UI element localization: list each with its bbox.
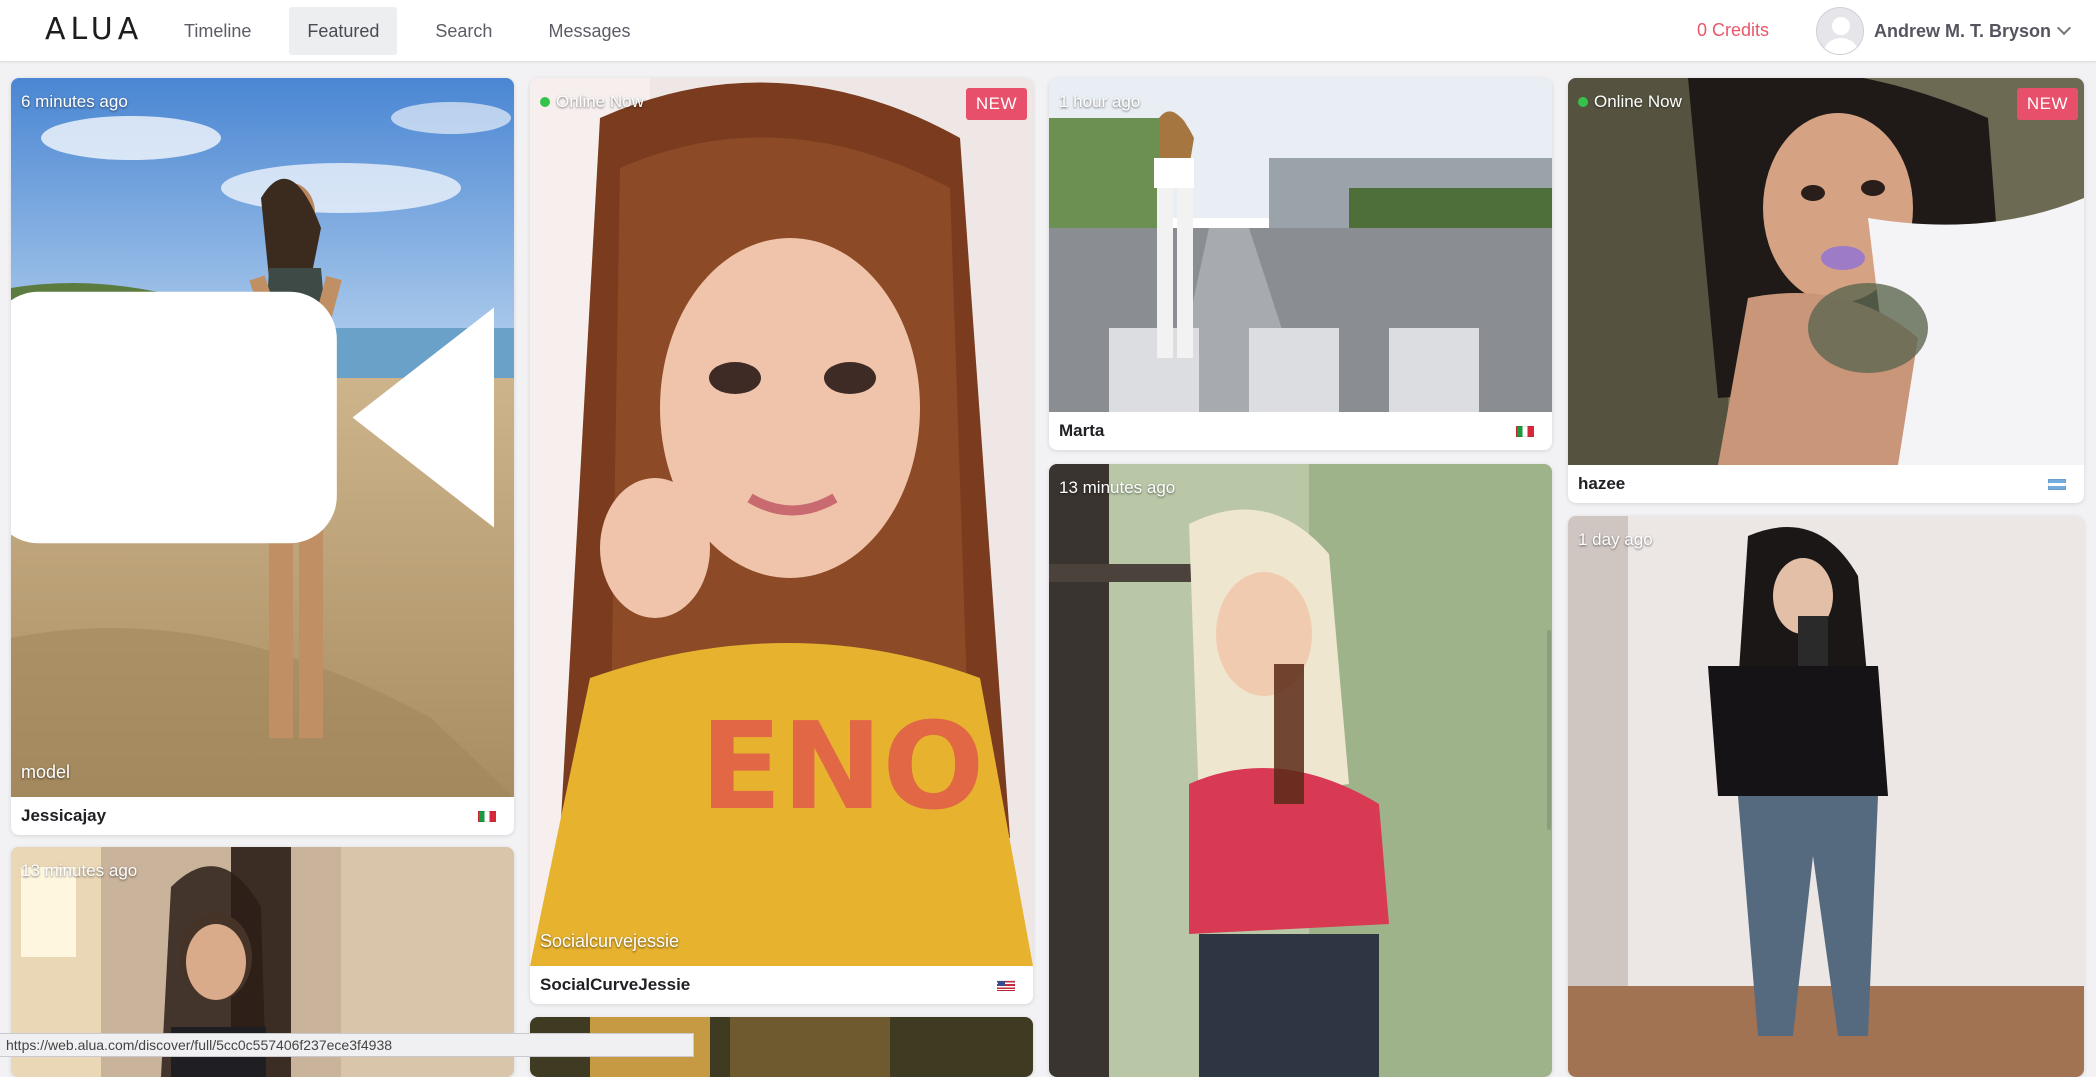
online-status: Online Now: [540, 92, 644, 112]
alua-logo[interactable]: ALUA: [45, 12, 143, 47]
user-menu[interactable]: Andrew M. T. Bryson: [1816, 6, 2072, 56]
last-seen-label: 1 hour ago: [1059, 92, 1141, 111]
profile-name[interactable]: SocialCurveJessie: [540, 975, 690, 995]
card-footer: Marta: [1049, 412, 1552, 450]
photo-caption: Socialcurvejessie: [540, 931, 680, 951]
online-dot-icon: [540, 97, 550, 107]
profile-photo[interactable]: 1 hour ago: [1049, 78, 1552, 412]
main-nav: Timeline Featured Search Messages: [166, 0, 669, 62]
avatar-head-shape: [1832, 17, 1850, 35]
top-bar: ALUA Timeline Featured Search Messages 0…: [0, 0, 2096, 62]
avatar-body-shape: [1824, 38, 1858, 54]
profile-card[interactable]: 1 day ago: [1568, 516, 2084, 1077]
video-camera-icon: [11, 291, 494, 544]
svg-text:ENO: ENO: [700, 698, 984, 837]
italy-flag-icon: [1516, 425, 1534, 437]
profile-photo[interactable]: 13 minutes ago: [1049, 464, 1552, 1077]
link-status-bar: https://web.alua.com/discover/full/5cc0c…: [0, 1033, 694, 1057]
scrollbar-thumb[interactable]: [1547, 630, 1551, 830]
user-name[interactable]: Andrew M. T. Bryson: [1874, 21, 2051, 42]
online-status: Online Now: [1578, 92, 1682, 112]
last-seen-label: 13 minutes ago: [21, 861, 138, 880]
new-badge: NEW: [965, 88, 1027, 120]
nav-timeline[interactable]: Timeline: [166, 7, 269, 55]
profile-name[interactable]: hazee: [1578, 474, 1625, 494]
italy-flag-icon: [478, 810, 496, 822]
profile-card-marta[interactable]: 1 hour ago Marta: [1049, 78, 1552, 450]
profile-photo[interactable]: ENO Online Now NEW Socialcurvejessie: [530, 78, 1033, 966]
online-status-text: Online Now: [556, 92, 644, 111]
usa-flag-icon: [997, 979, 1015, 991]
profile-card-jessicajay[interactable]: 6 minutes ago model Jessicajay: [11, 78, 514, 835]
online-dot-icon: [1578, 97, 1588, 107]
argentina-flag-icon: [2048, 478, 2066, 490]
avatar[interactable]: [1816, 7, 1864, 55]
card-footer: Jessicajay: [11, 797, 514, 835]
chevron-down-icon[interactable]: [2056, 20, 2072, 36]
card-footer: SocialCurveJessie: [530, 966, 1033, 1004]
profile-card-hazee[interactable]: Online Now NEW hazee: [1568, 78, 2084, 503]
nav-featured[interactable]: Featured: [289, 7, 398, 55]
profile-photo[interactable]: 1 day ago: [1568, 516, 2084, 1077]
online-status-text: Online Now: [1594, 92, 1682, 111]
profile-name[interactable]: Marta: [1059, 421, 1104, 441]
profile-name[interactable]: Jessicajay: [21, 806, 106, 826]
profile-card[interactable]: 13 minutes ago: [1049, 464, 1552, 1077]
profile-card-socialcurvejessie[interactable]: ENO Online Now NEW Socialcurvejessie Soc…: [530, 78, 1033, 1004]
profile-photo[interactable]: Online Now NEW: [1568, 78, 2084, 465]
nav-search[interactable]: Search: [417, 7, 510, 55]
nav-messages[interactable]: Messages: [530, 7, 648, 55]
last-seen-label: 1 day ago: [1578, 530, 1653, 549]
profile-photo[interactable]: 6 minutes ago model: [11, 78, 514, 797]
card-footer: hazee: [1568, 465, 2084, 503]
last-seen-label: 13 minutes ago: [1059, 478, 1176, 497]
credits-link[interactable]: 0 Credits: [1697, 20, 1769, 41]
new-badge: NEW: [2016, 88, 2078, 120]
